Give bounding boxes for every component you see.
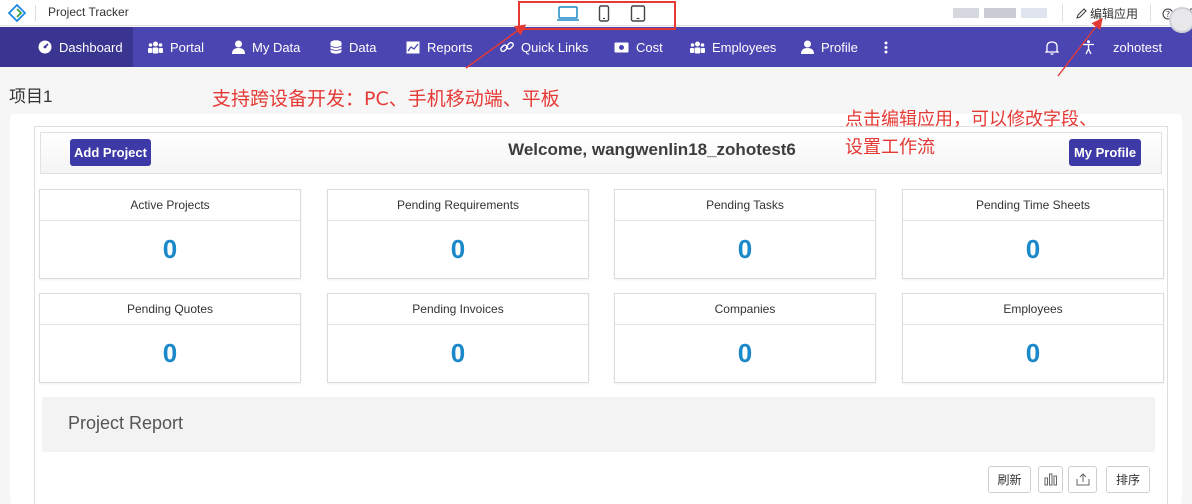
chart-view-button[interactable]	[1038, 466, 1063, 493]
blurred-region	[984, 8, 1016, 18]
money-icon	[614, 42, 629, 52]
stat-tile-pending-time-sheets[interactable]: Pending Time Sheets 0	[902, 189, 1164, 279]
user-icon	[801, 40, 814, 54]
tile-label: Active Projects	[40, 190, 300, 221]
edit-app-button[interactable]: 编辑应用	[1076, 5, 1138, 22]
welcome-message: Welcome, wangwenlin18_zohotest6	[508, 140, 796, 159]
nav-label: Cost	[636, 39, 663, 55]
chart-icon	[406, 41, 420, 53]
tile-label: Pending Time Sheets	[903, 190, 1163, 221]
tile-value: 0	[162, 338, 178, 368]
nav-item-data[interactable]: Data	[330, 27, 376, 67]
tile-label: Pending Invoices	[328, 294, 588, 325]
nav-label: Employees	[712, 39, 777, 55]
export-button[interactable]	[1068, 466, 1097, 493]
tile-value: 0	[1025, 234, 1041, 264]
tile-value: 0	[162, 234, 178, 264]
people-icon	[148, 41, 163, 53]
blurred-region	[1021, 8, 1047, 18]
database-icon	[330, 40, 342, 54]
link-icon	[500, 41, 514, 53]
pencil-icon	[1076, 8, 1087, 19]
sort-button[interactable]: 排序	[1106, 466, 1150, 493]
stat-tile-companies[interactable]: Companies 0	[614, 293, 876, 383]
stat-tile-pending-requirements[interactable]: Pending Requirements 0	[327, 189, 589, 279]
stat-tile-pending-quotes[interactable]: Pending Quotes 0	[39, 293, 301, 383]
tile-label: Pending Requirements	[328, 190, 588, 221]
device-highlight-box	[518, 1, 676, 30]
avatar[interactable]	[1169, 7, 1192, 33]
edit-app-label: 编辑应用	[1090, 7, 1139, 21]
nav-label: Dashboard	[59, 39, 123, 55]
dashboard-icon	[38, 40, 52, 54]
annotation-cross-device: 支持跨设备开发：PC、手机移动端、平板	[212, 88, 560, 110]
tile-label: Pending Tasks	[615, 190, 875, 221]
export-icon	[1076, 473, 1089, 486]
nav-item-my-data[interactable]: My Data	[232, 27, 300, 67]
accessibility-button[interactable]	[1082, 27, 1095, 67]
nav-item-dashboard[interactable]: Dashboard	[0, 27, 133, 67]
nav-item-quick-links[interactable]: Quick Links	[500, 27, 588, 67]
tile-value: 0	[1025, 338, 1041, 368]
nav-item-portal[interactable]: Portal	[148, 27, 204, 67]
page-title: 项目1	[9, 87, 53, 106]
nav-item-profile[interactable]: Profile	[801, 27, 858, 67]
annotation-edit-hint-line1: 点击编辑应用，可以修改字段、	[845, 109, 1097, 130]
nav-label: Profile	[821, 39, 858, 55]
nav-item-cost[interactable]: Cost	[614, 27, 663, 67]
nav-label: My Data	[252, 39, 301, 55]
logo-divider	[35, 5, 36, 21]
tile-label: Companies	[615, 294, 875, 325]
notifications-button[interactable]	[1045, 27, 1059, 67]
stat-tile-pending-invoices[interactable]: Pending Invoices 0	[327, 293, 589, 383]
bar-chart-icon	[1044, 473, 1057, 486]
my-profile-button[interactable]: My Profile	[1069, 139, 1141, 166]
accessibility-icon	[1083, 39, 1094, 54]
user-icon	[232, 40, 245, 54]
report-header	[42, 397, 1155, 452]
user-name[interactable]: zohotest	[1113, 27, 1162, 67]
stat-tile-active-projects[interactable]: Active Projects 0	[39, 189, 301, 279]
more-menu-button[interactable]	[884, 27, 888, 67]
topbar-divider	[1062, 4, 1063, 22]
nav-label: Data	[349, 39, 377, 55]
more-vertical-icon	[884, 41, 888, 53]
bell-icon	[1045, 40, 1059, 55]
tile-value: 0	[450, 338, 466, 368]
top-bar: Project Tracker 编辑应用 ? 帮助	[0, 0, 1192, 30]
tile-value: 0	[450, 234, 466, 264]
stat-tile-employees[interactable]: Employees 0	[902, 293, 1164, 383]
nav-item-reports[interactable]: Reports	[406, 27, 473, 67]
people-icon	[690, 41, 705, 53]
tile-value: 0	[737, 234, 753, 264]
nav-label: Portal	[170, 39, 204, 55]
nav-label: Quick Links	[521, 39, 589, 55]
report-title: Project Report	[68, 413, 184, 433]
zoho-creator-logo-icon[interactable]	[8, 4, 26, 22]
nav-item-employees[interactable]: Employees	[690, 27, 776, 67]
tile-value: 0	[737, 338, 753, 368]
refresh-button[interactable]: 刷新	[988, 466, 1031, 493]
topbar-divider	[1150, 4, 1151, 22]
blurred-region	[953, 8, 979, 18]
app-title: Project Tracker	[48, 5, 129, 19]
tile-label: Pending Quotes	[40, 294, 300, 325]
nav-label: Reports	[427, 39, 473, 55]
tile-label: Employees	[903, 294, 1163, 325]
add-project-button[interactable]: Add Project	[70, 139, 151, 166]
stat-tile-pending-tasks[interactable]: Pending Tasks 0	[614, 189, 876, 279]
main-nav: Dashboard Portal My Data Data Reports Qu…	[0, 27, 1192, 67]
annotation-edit-hint-line2: 设置工作流	[845, 137, 935, 158]
